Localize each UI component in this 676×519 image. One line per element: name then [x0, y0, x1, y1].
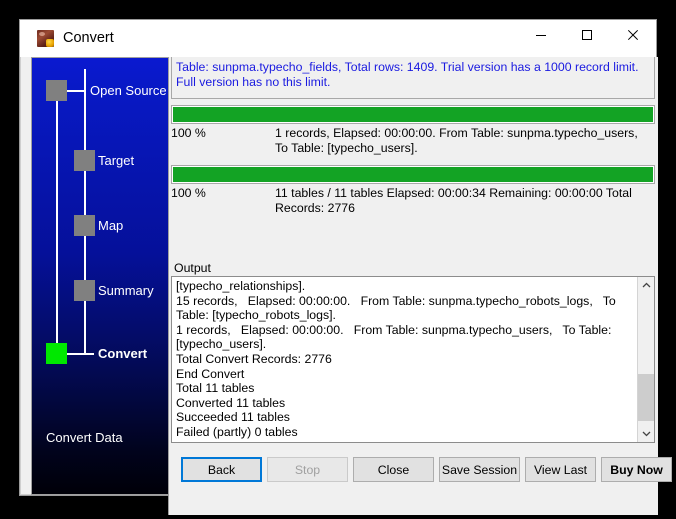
- sidebar-step-summary[interactable]: Summary: [32, 280, 176, 302]
- overall-progress-bar: [171, 165, 655, 184]
- app-icon-glint: [39, 32, 45, 36]
- dialog-button-row: Back Stop Close Save Session View Last B…: [171, 452, 672, 485]
- scroll-up-button[interactable]: [638, 277, 654, 294]
- output-label: Output: [174, 261, 211, 275]
- table-progress-detail: 1 records, Elapsed: 00:00:00. From Table…: [275, 126, 638, 155]
- overall-progress-fill: [173, 167, 653, 182]
- trial-notice: Table: sunpma.typecho_fields, Total rows…: [171, 57, 655, 99]
- sidebar-rail-right: [84, 69, 86, 353]
- close-button[interactable]: Close: [353, 457, 434, 482]
- step-node-open-source: [46, 80, 67, 101]
- stop-button[interactable]: Stop: [267, 457, 348, 482]
- overall-progress-group: 100 % 11 tables / 11 tables Elapsed: 00:0…: [171, 165, 655, 215]
- close-window-button[interactable]: [610, 20, 656, 50]
- minimize-button[interactable]: [518, 20, 564, 50]
- buy-now-button[interactable]: Buy Now: [601, 457, 672, 482]
- scroll-down-button[interactable]: [638, 425, 654, 442]
- overall-progress-percent: 100 %: [171, 186, 206, 200]
- chevron-down-icon: [642, 431, 650, 437]
- back-button[interactable]: Back: [181, 457, 262, 482]
- app-icon-disk: [46, 39, 54, 47]
- sidebar-footer-label: Convert Data: [46, 430, 123, 445]
- convert-window: Convert Open Source Target Map Summary C…: [19, 19, 672, 515]
- step-connector-open-source: [67, 90, 86, 92]
- output-log-box[interactable]: [typecho_relationships]. 15 records, Ela…: [171, 276, 655, 443]
- sidebar-step-target[interactable]: Target: [32, 150, 176, 172]
- step-node-map: [74, 215, 95, 236]
- sidebar-step-convert[interactable]: Convert: [32, 343, 176, 365]
- chevron-up-icon: [642, 282, 650, 288]
- sidebar-step-label: Convert: [98, 346, 148, 361]
- minimize-icon: [536, 35, 546, 36]
- save-session-button[interactable]: Save Session: [439, 457, 520, 482]
- window-body: Open Source Target Map Summary Convert C: [21, 57, 672, 515]
- maximize-icon: [582, 30, 592, 40]
- table-progress-percent: 100 %: [171, 126, 206, 140]
- step-node-convert: [46, 343, 67, 364]
- title-bar: Convert: [20, 20, 656, 57]
- output-log-text: [typecho_relationships]. 15 records, Ela…: [176, 279, 616, 439]
- table-progress-info: 100 % 1 records, Elapsed: 00:00:00. From …: [171, 126, 655, 156]
- step-connector-convert: [67, 353, 94, 355]
- sidebar-step-label: Summary: [98, 283, 154, 298]
- sidebar-step-label: Map: [98, 218, 124, 233]
- content-panel: Table: sunpma.typecho_fields, Total rows…: [168, 57, 672, 515]
- overall-progress-info: 100 % 11 tables / 11 tables Elapsed: 00:0…: [171, 186, 655, 216]
- table-progress-bar: [171, 105, 655, 124]
- scrollbar-thumb[interactable]: [638, 374, 654, 421]
- sidebar-step-open-source[interactable]: Open Source: [32, 80, 176, 102]
- sidebar-step-label: Target: [98, 153, 135, 168]
- view-last-button[interactable]: View Last: [525, 457, 596, 482]
- output-scrollbar[interactable]: [637, 277, 654, 442]
- wizard-sidebar: Open Source Target Map Summary Convert C: [31, 57, 177, 495]
- table-progress-group: 100 % 1 records, Elapsed: 00:00:00. From …: [171, 105, 655, 155]
- step-node-summary: [74, 280, 95, 301]
- close-icon: [627, 29, 639, 41]
- app-icon: [37, 30, 54, 47]
- sidebar-step-label: Open Source: [90, 83, 167, 98]
- sidebar-step-map[interactable]: Map: [32, 215, 176, 237]
- window-title: Convert: [63, 30, 114, 46]
- table-progress-fill: [173, 107, 653, 122]
- overall-progress-detail: 11 tables / 11 tables Elapsed: 00:00:34 …: [275, 186, 632, 215]
- maximize-button[interactable]: [564, 20, 610, 50]
- step-node-target: [74, 150, 95, 171]
